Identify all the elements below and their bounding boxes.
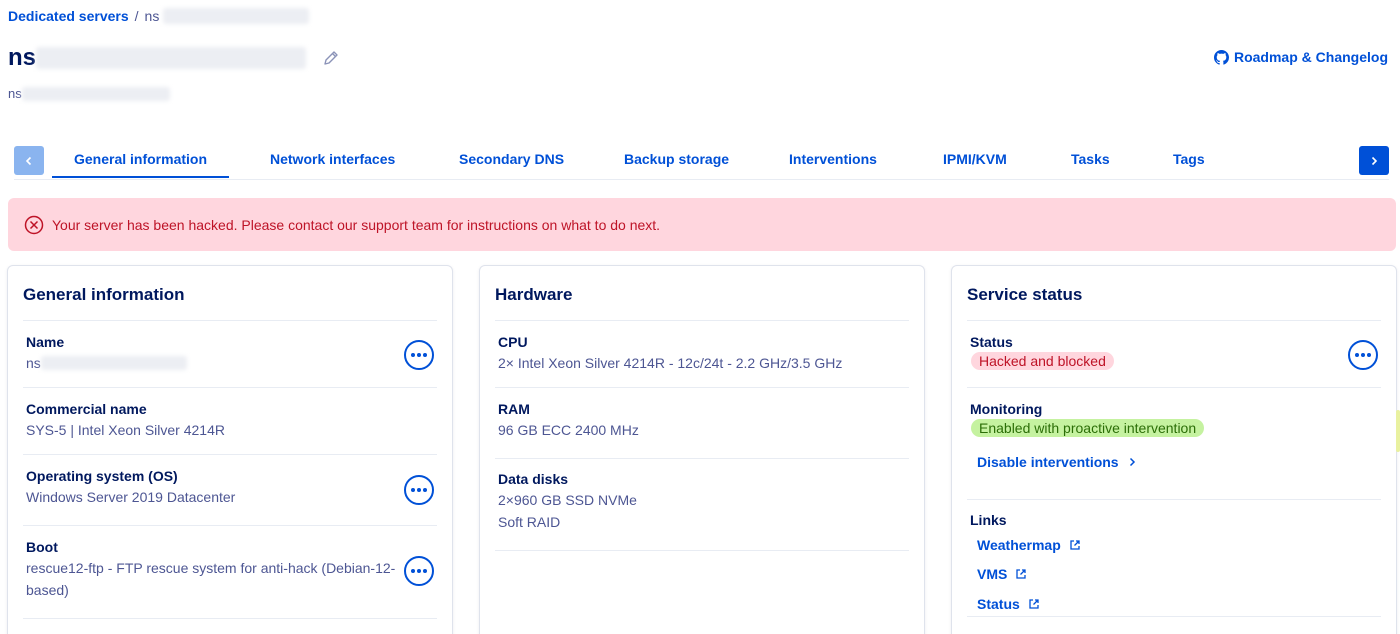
breadcrumb-current: ns [144, 8, 160, 24]
external-link-icon [1016, 569, 1026, 579]
server-title: ns [8, 44, 37, 71]
hacked-alert: Your server has been hacked. Please cont… [8, 198, 1396, 251]
data-disks-label: Data disks [498, 471, 569, 487]
service-status-card: Service status Status Hacked and blocked… [951, 265, 1397, 634]
os-row: Operating system (OS) Windows Server 201… [23, 454, 437, 525]
pencil-icon[interactable] [322, 49, 340, 67]
name-prefix: ns [26, 355, 41, 371]
os-label: Operating system (OS) [26, 468, 178, 484]
status-page-link[interactable]: Status [977, 596, 1040, 612]
hardware-card: Hardware CPU 2× Intel Xeon Silver 4214R … [479, 265, 925, 634]
breadcrumb: Dedicated servers / ns [8, 8, 310, 24]
tab-tasks[interactable]: Tasks [1071, 151, 1110, 167]
status-label: Status [970, 334, 1013, 350]
boot-value-line1: rescue12-ftp - FTP rescue system for ant… [26, 560, 396, 576]
tab-network-interfaces[interactable]: Network interfaces [270, 151, 395, 167]
side-feedback-tab[interactable] [1396, 410, 1400, 452]
data-disks-row: Data disks 2×960 GB SSD NVMe Soft RAID [495, 458, 909, 551]
cpu-value: 2× Intel Xeon Silver 4214R - 12c/24t - 2… [498, 355, 843, 371]
tab-scroll-left-button[interactable] [14, 146, 44, 175]
chevron-right-icon [1129, 457, 1135, 467]
tab-scroll-right-button[interactable] [1359, 146, 1389, 175]
tab-backup-storage[interactable]: Backup storage [624, 151, 729, 167]
alert-message: Your server has been hacked. Please cont… [52, 216, 661, 233]
redacted-server-name [36, 47, 307, 69]
chevron-right-icon [1371, 156, 1378, 165]
ram-label: RAM [498, 401, 530, 417]
server-subtitle: ns [8, 86, 170, 101]
links-label: Links [970, 512, 1007, 528]
tab-interventions[interactable]: Interventions [789, 151, 877, 167]
github-icon [1213, 49, 1229, 65]
os-actions-button[interactable] [404, 475, 434, 505]
external-link-icon [1029, 599, 1039, 609]
error-circle-icon [24, 215, 44, 234]
vms-label: VMS [977, 566, 1008, 582]
tab-bar: General information Network interfaces S… [14, 144, 1389, 180]
monitoring-row: Monitoring Enabled with proactive interv… [967, 387, 1381, 499]
breadcrumb-separator: / [134, 8, 139, 24]
commercial-name-value: SYS-5 | Intel Xeon Silver 4214R [26, 422, 225, 438]
general-information-heading: General information [23, 285, 185, 304]
data-disks-value-line2: Soft RAID [498, 514, 561, 530]
name-value: ns [26, 352, 187, 374]
tab-general-information[interactable]: General information [52, 151, 230, 178]
status-actions-button[interactable] [1348, 340, 1378, 370]
next-row [23, 618, 437, 634]
redacted-subtitle [21, 86, 170, 101]
ram-row: RAM 96 GB ECC 2400 MHz [495, 387, 909, 458]
links-row: Links Weathermap VMS Status [967, 499, 1381, 617]
data-disks-value-line1: 2×960 GB SSD NVMe [498, 492, 637, 508]
vms-link[interactable]: VMS [977, 566, 1027, 582]
name-actions-button[interactable] [404, 340, 434, 370]
status-page-label: Status [977, 596, 1020, 612]
boot-value-line2: based) [26, 582, 69, 598]
general-information-card: General information Name ns Commercial n… [7, 265, 453, 634]
cpu-row: CPU 2× Intel Xeon Silver 4214R - 12c/24t… [495, 320, 909, 387]
disable-interventions-link[interactable]: Disable interventions [977, 454, 1137, 470]
subtitle-prefix: ns [8, 86, 22, 101]
ram-value: 96 GB ECC 2400 MHz [498, 422, 639, 438]
os-value: Windows Server 2019 Datacenter [26, 489, 236, 505]
redacted-name [40, 356, 187, 370]
status-row: Status Hacked and blocked [967, 320, 1381, 387]
boot-actions-button[interactable] [404, 556, 434, 586]
status-badge: Hacked and blocked [971, 352, 1114, 370]
monitoring-label: Monitoring [970, 401, 1043, 417]
tab-ipmi-kvm[interactable]: IPMI/KVM [943, 151, 1007, 167]
chevron-left-icon [25, 156, 32, 165]
commercial-name-label: Commercial name [26, 401, 147, 417]
redacted-server-id [163, 8, 310, 24]
disable-interventions-label: Disable interventions [977, 454, 1119, 470]
breadcrumb-dedicated-servers[interactable]: Dedicated servers [8, 8, 129, 24]
weathermap-link[interactable]: Weathermap [977, 537, 1081, 553]
commercial-name-row: Commercial name SYS-5 | Intel Xeon Silve… [23, 387, 437, 454]
cpu-label: CPU [498, 334, 528, 350]
weathermap-label: Weathermap [977, 537, 1061, 553]
name-label: Name [26, 334, 65, 350]
hardware-heading: Hardware [495, 285, 573, 304]
roadmap-changelog-link[interactable]: Roadmap & Changelog [1213, 49, 1388, 65]
service-status-heading: Service status [967, 285, 1083, 304]
boot-label: Boot [26, 539, 58, 555]
tab-secondary-dns[interactable]: Secondary DNS [459, 151, 564, 167]
external-link-icon [1070, 540, 1080, 550]
boot-row: Boot rescue12-ftp - FTP rescue system fo… [23, 525, 437, 618]
page-title: ns [8, 44, 340, 72]
name-row: Name ns [23, 320, 437, 387]
monitoring-badge: Enabled with proactive intervention [971, 419, 1205, 437]
roadmap-label: Roadmap & Changelog [1233, 49, 1388, 65]
tab-tags[interactable]: Tags [1173, 151, 1205, 167]
